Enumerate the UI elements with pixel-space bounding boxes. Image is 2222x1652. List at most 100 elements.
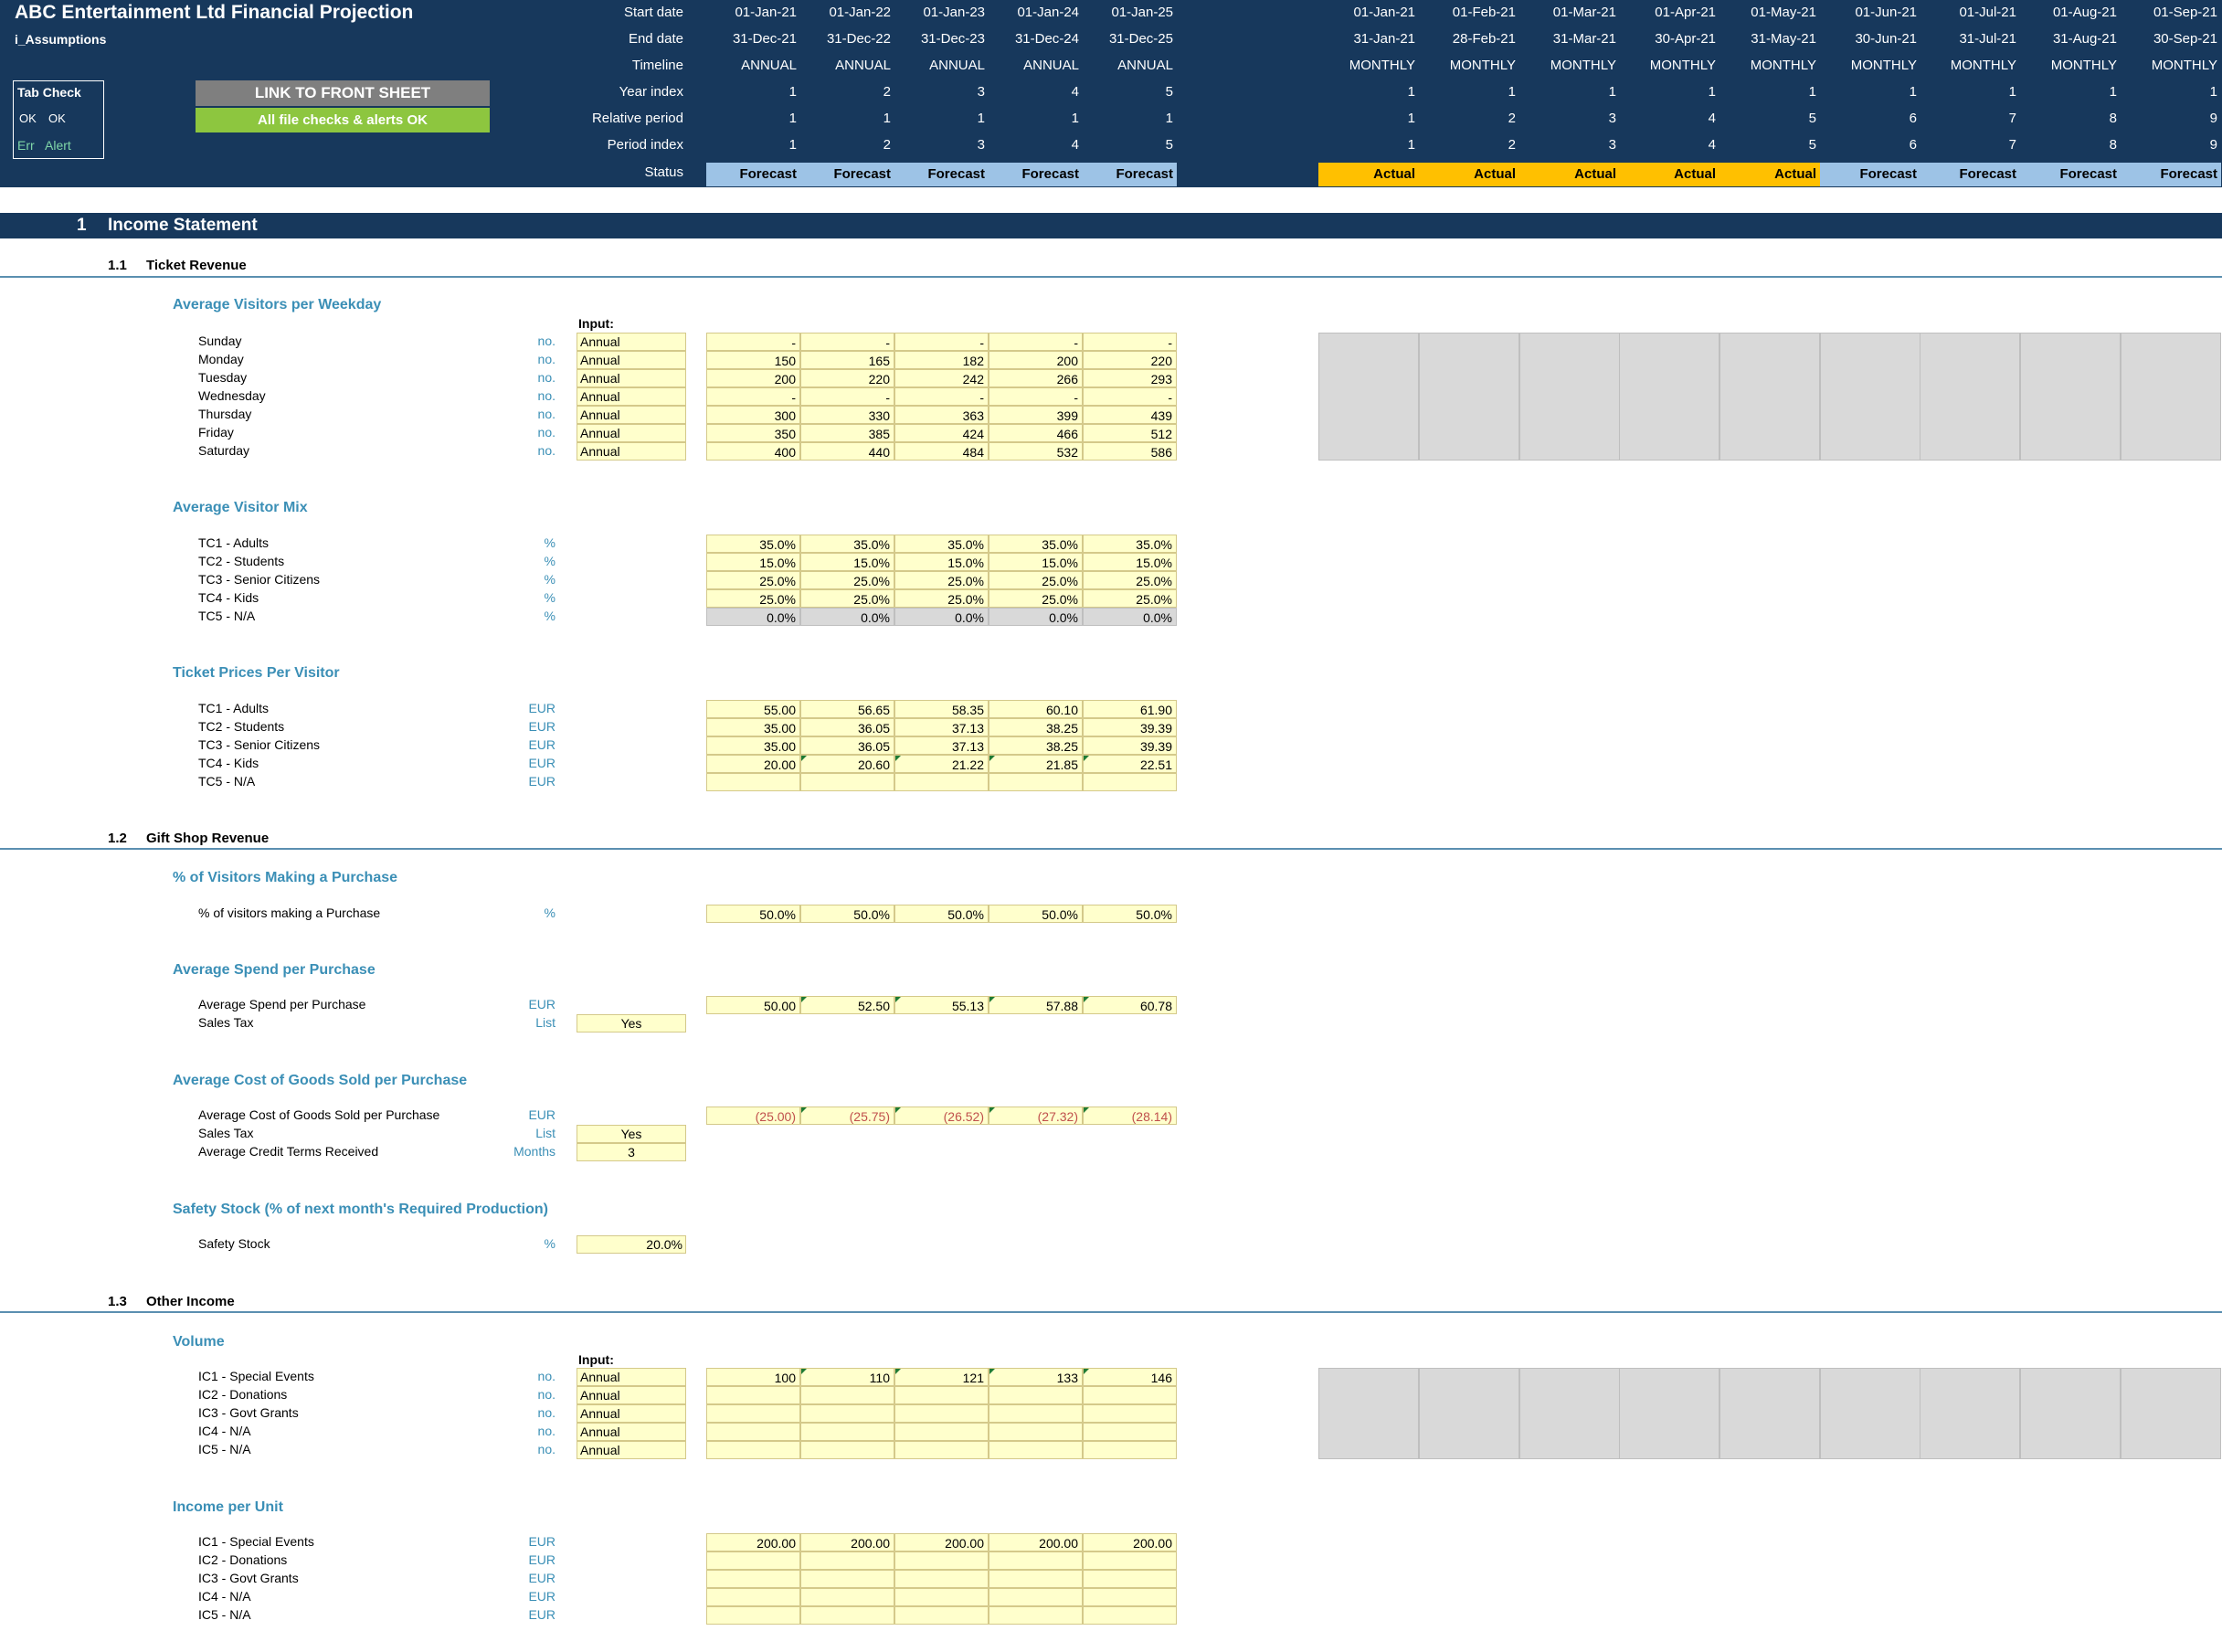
input-cell[interactable]: 50.0% <box>989 905 1083 923</box>
input-cell[interactable]: 61.90 <box>1083 700 1177 718</box>
input-cell[interactable]: 35.00 <box>706 736 800 755</box>
input-cell[interactable] <box>800 1386 894 1404</box>
input-cell[interactable] <box>706 1551 800 1570</box>
input-cell[interactable]: 25.0% <box>894 589 989 608</box>
input-selector[interactable]: Annual <box>577 387 686 406</box>
input-cell[interactable]: 200 <box>989 351 1083 369</box>
input-cell[interactable] <box>894 1570 989 1588</box>
input-cell[interactable] <box>800 1404 894 1423</box>
input-cell[interactable] <box>706 1570 800 1588</box>
input-cell[interactable]: - <box>706 333 800 351</box>
input-selector[interactable]: 20.0% <box>577 1235 686 1254</box>
input-cell[interactable]: 15.0% <box>706 553 800 571</box>
input-cell[interactable] <box>800 1423 894 1441</box>
input-cell[interactable] <box>1083 1588 1177 1606</box>
input-cell[interactable] <box>706 773 800 791</box>
input-cell[interactable]: 35.0% <box>894 535 989 553</box>
input-cell[interactable]: 57.88 <box>989 996 1083 1014</box>
input-cell[interactable]: 532 <box>989 442 1083 461</box>
input-cell[interactable]: 484 <box>894 442 989 461</box>
input-cell[interactable] <box>800 1570 894 1588</box>
input-selector[interactable]: Annual <box>577 1368 686 1386</box>
input-cell[interactable]: 37.13 <box>894 718 989 736</box>
input-cell[interactable] <box>1083 1606 1177 1625</box>
input-selector[interactable]: Annual <box>577 406 686 424</box>
input-cell[interactable]: 0.0% <box>894 608 989 626</box>
input-cell[interactable] <box>989 1441 1083 1459</box>
input-cell[interactable]: 0.0% <box>989 608 1083 626</box>
input-cell[interactable]: 25.0% <box>706 571 800 589</box>
input-cell[interactable]: 512 <box>1083 424 1177 442</box>
input-cell[interactable]: 133 <box>989 1368 1083 1386</box>
input-cell[interactable] <box>989 1404 1083 1423</box>
input-selector[interactable]: Yes <box>577 1125 686 1143</box>
input-cell[interactable]: 293 <box>1083 369 1177 387</box>
input-cell[interactable]: 25.0% <box>989 589 1083 608</box>
input-cell[interactable] <box>894 1606 989 1625</box>
input-cell[interactable]: 60.10 <box>989 700 1083 718</box>
input-cell[interactable] <box>800 773 894 791</box>
input-cell[interactable]: 330 <box>800 406 894 424</box>
input-cell[interactable]: 15.0% <box>800 553 894 571</box>
input-cell[interactable]: - <box>706 387 800 406</box>
input-cell[interactable] <box>989 1588 1083 1606</box>
input-cell[interactable]: 22.51 <box>1083 755 1177 773</box>
input-cell[interactable]: 220 <box>1083 351 1177 369</box>
input-cell[interactable]: 200 <box>706 369 800 387</box>
input-cell[interactable]: 15.0% <box>894 553 989 571</box>
input-cell[interactable]: 242 <box>894 369 989 387</box>
input-cell[interactable]: 35.0% <box>706 535 800 553</box>
input-cell[interactable]: 121 <box>894 1368 989 1386</box>
input-cell[interactable] <box>800 1551 894 1570</box>
input-cell[interactable]: 50.0% <box>706 905 800 923</box>
input-cell[interactable] <box>894 1441 989 1459</box>
input-cell[interactable] <box>989 1386 1083 1404</box>
input-cell[interactable]: 25.0% <box>989 571 1083 589</box>
input-cell[interactable]: 200.00 <box>894 1533 989 1551</box>
link-to-front-sheet-button[interactable]: LINK TO FRONT SHEET <box>196 80 490 106</box>
input-cell[interactable]: - <box>894 387 989 406</box>
input-selector[interactable]: Annual <box>577 442 686 461</box>
input-cell[interactable]: 25.0% <box>1083 571 1177 589</box>
input-cell[interactable]: 36.05 <box>800 718 894 736</box>
input-cell[interactable]: 363 <box>894 406 989 424</box>
input-cell[interactable]: 25.0% <box>1083 589 1177 608</box>
input-cell[interactable] <box>894 1423 989 1441</box>
input-cell[interactable] <box>989 1606 1083 1625</box>
input-selector[interactable]: Annual <box>577 1386 686 1404</box>
input-cell[interactable] <box>706 1441 800 1459</box>
input-cell[interactable] <box>1083 1386 1177 1404</box>
input-cell[interactable]: 200.00 <box>706 1533 800 1551</box>
input-cell[interactable] <box>706 1404 800 1423</box>
input-cell[interactable] <box>989 1551 1083 1570</box>
input-cell[interactable] <box>989 1423 1083 1441</box>
input-cell[interactable]: (26.52) <box>894 1107 989 1125</box>
input-cell[interactable] <box>894 1588 989 1606</box>
input-cell[interactable]: 25.0% <box>706 589 800 608</box>
input-cell[interactable]: 35.0% <box>1083 535 1177 553</box>
input-cell[interactable] <box>1083 1404 1177 1423</box>
input-cell[interactable]: 39.39 <box>1083 718 1177 736</box>
input-cell[interactable]: 0.0% <box>706 608 800 626</box>
input-cell[interactable]: 146 <box>1083 1368 1177 1386</box>
input-cell[interactable]: 439 <box>1083 406 1177 424</box>
input-cell[interactable]: - <box>1083 387 1177 406</box>
input-cell[interactable]: - <box>894 333 989 351</box>
input-cell[interactable]: (28.14) <box>1083 1107 1177 1125</box>
input-selector[interactable]: Yes <box>577 1014 686 1032</box>
input-cell[interactable] <box>800 1441 894 1459</box>
input-cell[interactable]: 37.13 <box>894 736 989 755</box>
input-cell[interactable]: 60.78 <box>1083 996 1177 1014</box>
input-selector[interactable]: Annual <box>577 1404 686 1423</box>
input-cell[interactable]: 25.0% <box>800 589 894 608</box>
input-cell[interactable]: 20.60 <box>800 755 894 773</box>
input-cell[interactable]: (25.75) <box>800 1107 894 1125</box>
input-cell[interactable] <box>894 1551 989 1570</box>
input-selector[interactable]: Annual <box>577 1441 686 1459</box>
input-cell[interactable] <box>1083 1570 1177 1588</box>
input-cell[interactable]: 50.00 <box>706 996 800 1014</box>
input-cell[interactable]: 220 <box>800 369 894 387</box>
input-cell[interactable]: 21.22 <box>894 755 989 773</box>
input-cell[interactable]: 56.65 <box>800 700 894 718</box>
input-cell[interactable]: 55.13 <box>894 996 989 1014</box>
